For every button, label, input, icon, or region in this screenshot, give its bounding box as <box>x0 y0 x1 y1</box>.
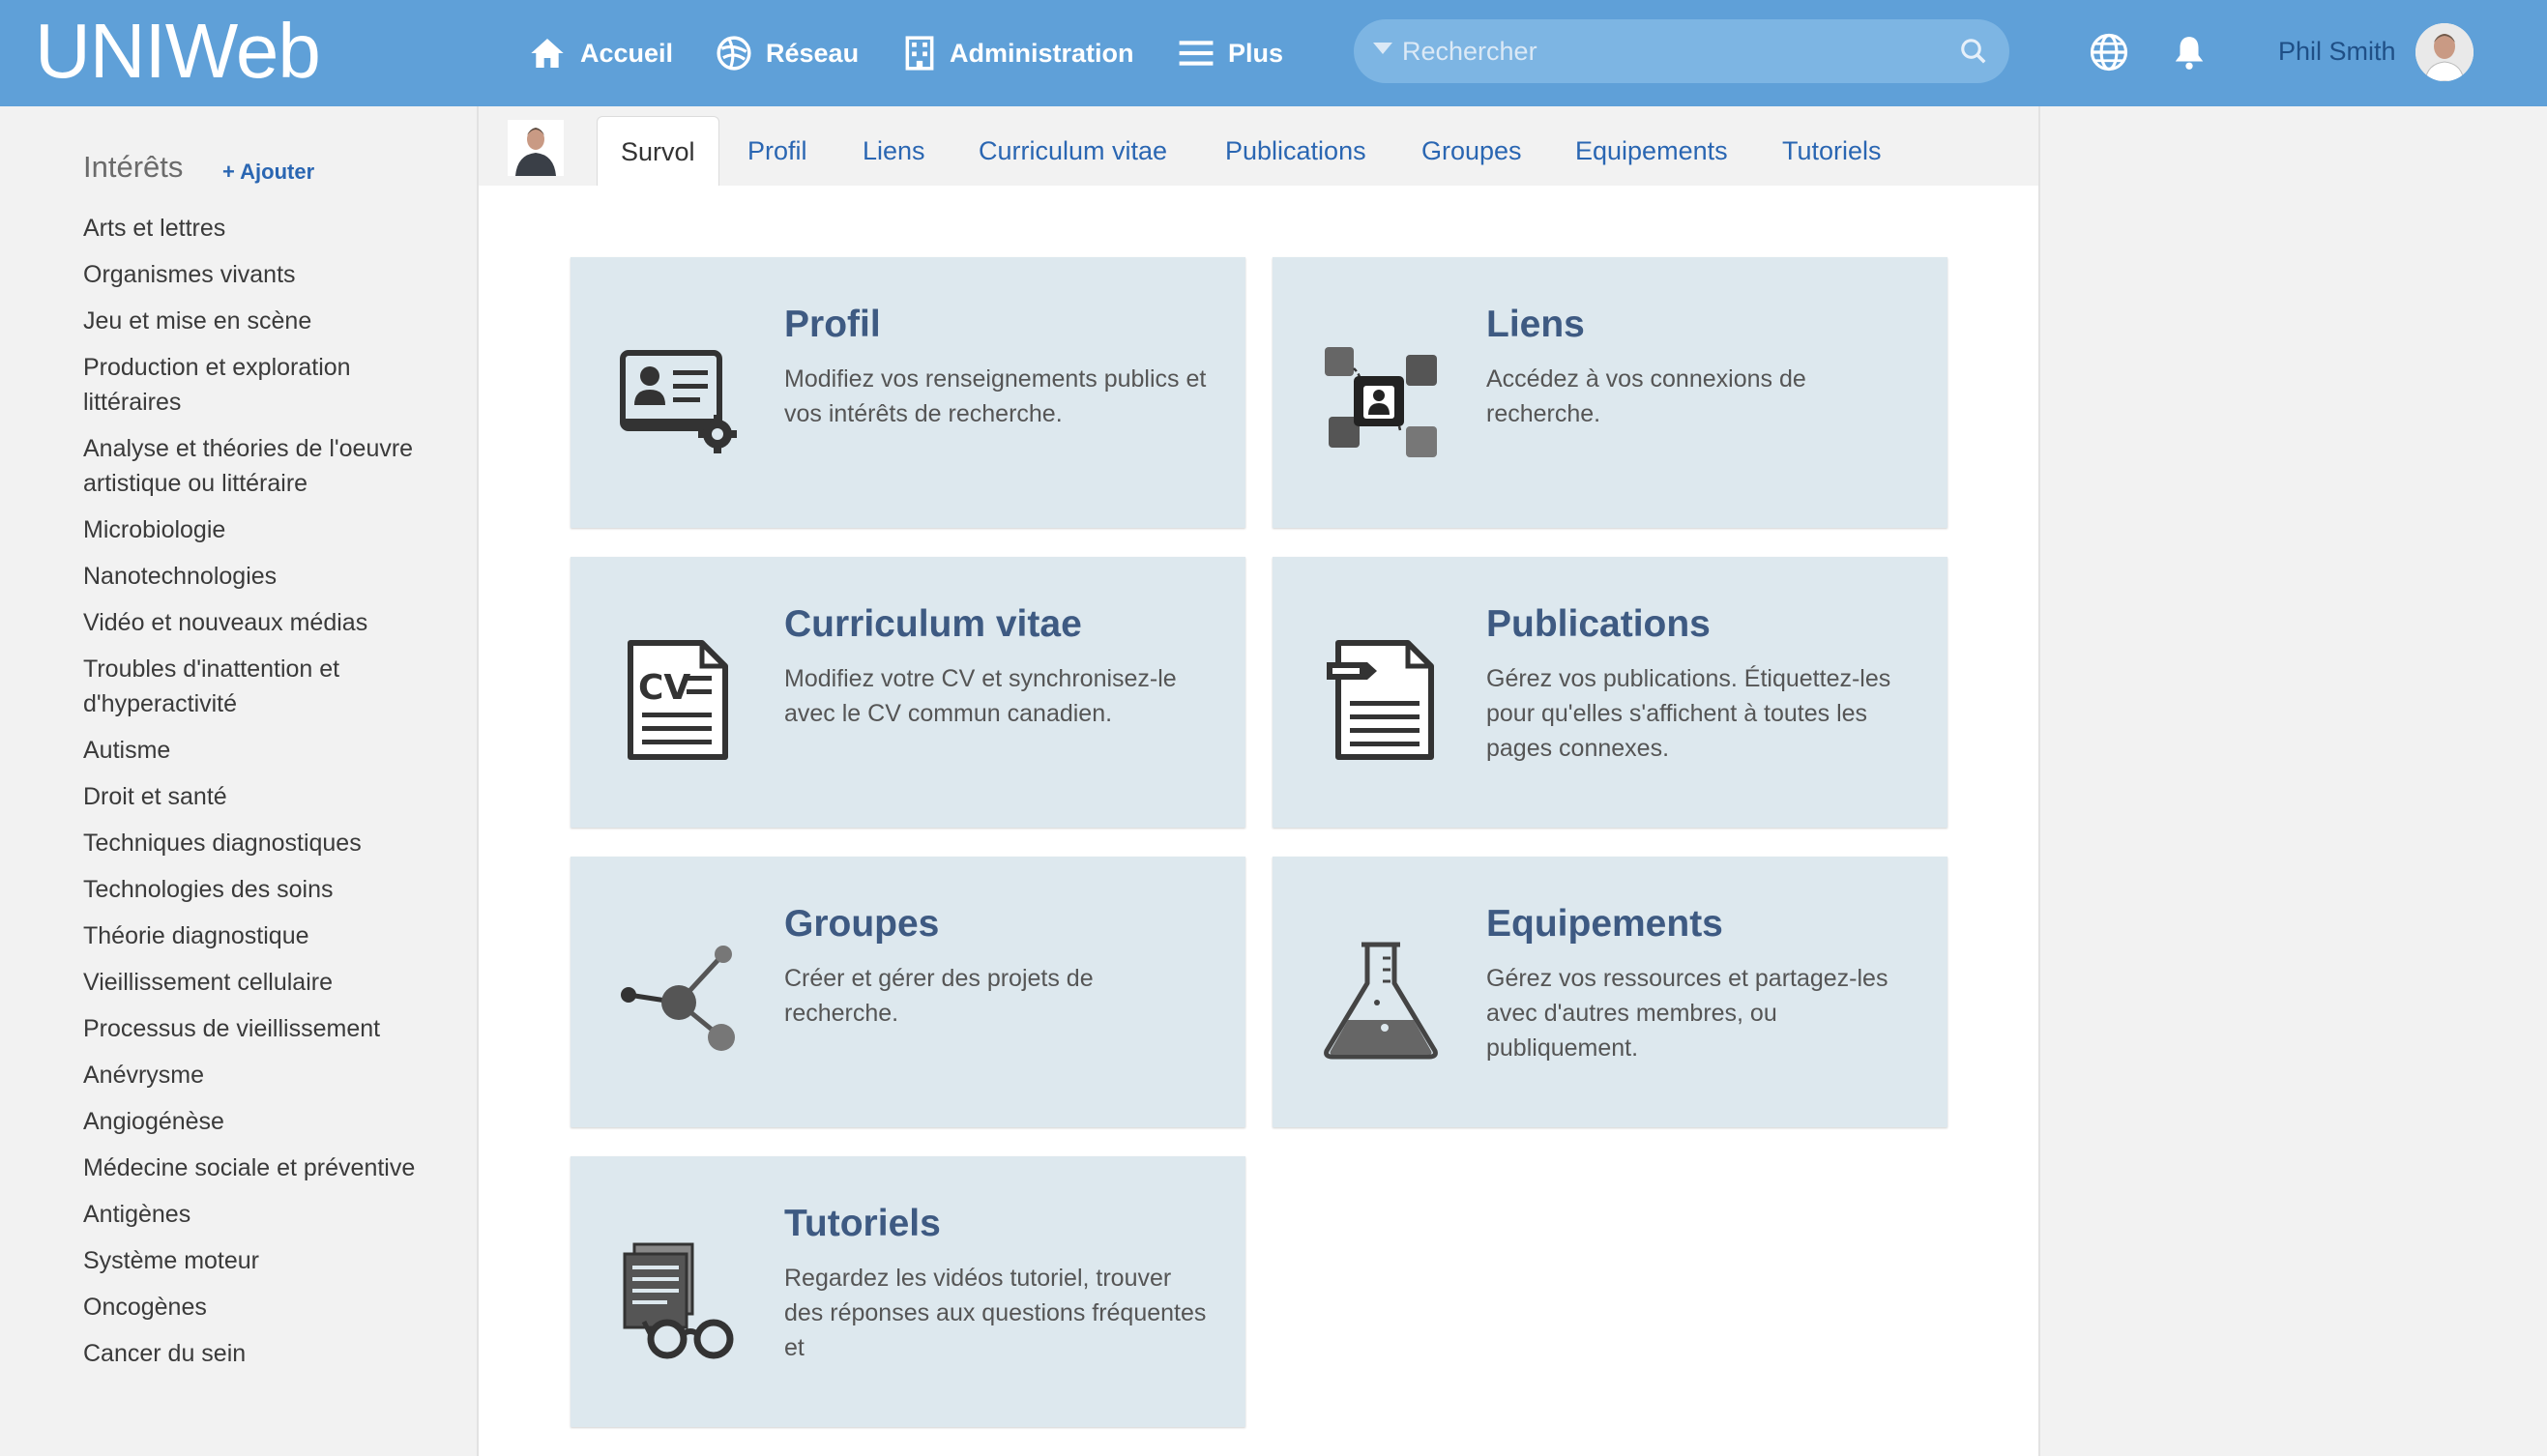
top-navigation-bar: UNIWeb Accueil Réseau Administration Plu… <box>0 0 2547 106</box>
card-cv-description: Modifiez votre CV et synchronisez-le ave… <box>784 665 1177 727</box>
tab-equipements[interactable]: Equipements <box>1575 116 1728 186</box>
profile-tabs: Survol Profil Liens Curriculum vitae Pub… <box>479 106 2038 186</box>
bell-icon[interactable] <box>2171 32 2208 73</box>
card-publications-title: Publications <box>1486 603 1711 645</box>
flask-icon <box>1324 942 1438 1060</box>
right-empty-area <box>2038 106 2547 1456</box>
nav-home[interactable]: Accueil <box>528 29 673 77</box>
nav-more[interactable]: Plus <box>1178 29 1283 77</box>
connections-icon <box>1325 347 1437 457</box>
chevron-down-icon[interactable] <box>1373 43 1392 56</box>
tab-survol[interactable]: Survol <box>597 116 719 186</box>
molecule-icon <box>621 946 735 1051</box>
nav-network-label: Réseau <box>766 38 860 68</box>
nav-home-label: Accueil <box>580 38 674 68</box>
card-curriculum-vitae[interactable]: CV Curriculum vitae Modifiez votre CV et… <box>571 557 1245 828</box>
nav-administration-label: Administration <box>950 38 1134 68</box>
interest-item[interactable]: Oncogènes <box>83 1290 422 1325</box>
interest-item[interactable]: Techniques diagnostiques <box>83 826 422 860</box>
card-tutoriels-title: Tutoriels <box>784 1203 941 1244</box>
tab-groupes[interactable]: Groupes <box>1421 116 1522 186</box>
nav-administration[interactable]: Administration <box>903 29 1134 77</box>
card-liens[interactable]: Liens Accédez à vos connexions de recher… <box>1273 257 1947 528</box>
add-interest-link[interactable]: + Ajouter <box>222 160 314 185</box>
tab-publications[interactable]: Publications <box>1225 116 1366 186</box>
interest-item[interactable]: Microbiologie <box>83 512 422 547</box>
tab-curriculum-vitae[interactable]: Curriculum vitae <box>979 116 1167 186</box>
card-cv-title: Curriculum vitae <box>784 603 1082 645</box>
interest-item[interactable]: Troubles d'inattention et d'hyperactivit… <box>83 652 422 721</box>
documents-glasses-icon <box>623 1242 734 1359</box>
interest-item[interactable]: Processus de vieillissement <box>83 1011 422 1046</box>
interest-item[interactable]: Organismes vivants <box>83 257 422 292</box>
home-icon <box>531 39 564 68</box>
card-equipements-description: Gérez vos ressources et partagez-les ave… <box>1486 965 1888 1062</box>
interest-item[interactable]: Système moteur <box>83 1243 422 1278</box>
network-icon <box>717 36 751 71</box>
tab-profil[interactable]: Profil <box>747 116 807 186</box>
profile-avatar[interactable] <box>508 120 564 176</box>
interest-item[interactable]: Anévrysme <box>83 1058 422 1092</box>
card-profil-description: Modifiez vos renseignements publics et v… <box>784 365 1207 427</box>
interest-item[interactable]: Cancer du sein <box>83 1336 422 1371</box>
interest-item[interactable]: Droit et santé <box>83 779 422 814</box>
interests-heading: Intérêts <box>83 150 184 184</box>
card-tutoriels[interactable]: Tutoriels Regardez les vidéos tutoriel, … <box>571 1156 1245 1427</box>
nav-network[interactable]: Réseau <box>716 29 859 77</box>
interests-list: Arts et lettres Organismes vivants Jeu e… <box>83 211 422 1383</box>
interest-item[interactable]: Vidéo et nouveaux médias <box>83 605 422 640</box>
interest-item[interactable]: Jeu et mise en scène <box>83 304 422 338</box>
interest-item[interactable]: Production et exploration littéraires <box>83 350 422 420</box>
card-publications[interactable]: Publications Gérez vos publications. Éti… <box>1273 557 1947 828</box>
interest-item[interactable]: Théorie diagnostique <box>83 918 422 953</box>
card-equipements-title: Equipements <box>1486 903 1723 945</box>
svg-text:CV: CV <box>638 668 690 708</box>
interest-item[interactable]: Analyse et théories de l'oeuvre artistiq… <box>83 431 422 501</box>
card-publications-description: Gérez vos publications. Étiquettez-les p… <box>1486 665 1891 762</box>
interest-item[interactable]: Autisme <box>83 733 422 768</box>
interest-item[interactable]: Antigènes <box>83 1197 422 1232</box>
app-logo[interactable]: UNIWeb <box>35 8 321 95</box>
building-icon <box>905 36 934 71</box>
user-avatar[interactable] <box>2415 23 2474 81</box>
menu-icon <box>1179 41 1214 66</box>
interests-sidebar: Intérêts + Ajouter Arts et lettres Organ… <box>0 106 479 1456</box>
interest-item[interactable]: Vieillissement cellulaire <box>83 965 422 1000</box>
user-name-link[interactable]: Phil Smith <box>2278 37 2396 67</box>
interest-item[interactable]: Nanotechnologies <box>83 559 422 594</box>
card-groupes-description: Créer et gérer des projets de recherche. <box>784 965 1094 1027</box>
tab-liens[interactable]: Liens <box>863 116 925 186</box>
interest-item[interactable]: Technologies des soins <box>83 872 422 907</box>
card-groupes-title: Groupes <box>784 903 940 945</box>
card-groupes[interactable]: Groupes Créer et gérer des projets de re… <box>571 857 1245 1127</box>
search-icon[interactable] <box>1959 37 1988 66</box>
cv-document-icon: CV <box>628 640 728 760</box>
interest-item[interactable]: Médecine sociale et préventive <box>83 1150 422 1185</box>
interest-item[interactable]: Angiogénèse <box>83 1104 422 1139</box>
globe-icon[interactable] <box>2089 32 2129 73</box>
id-card-gear-icon <box>620 350 737 453</box>
search-input[interactable] <box>1402 27 1944 75</box>
card-tutoriels-description: Regardez les vidéos tutoriel, trouver de… <box>784 1265 1207 1361</box>
tagged-document-icon <box>1327 640 1434 760</box>
card-profil[interactable]: Profil Modifiez vos renseignements publi… <box>571 257 1245 528</box>
interest-item[interactable]: Arts et lettres <box>83 211 422 246</box>
main-panel: Survol Profil Liens Curriculum vitae Pub… <box>479 106 2038 1456</box>
card-profil-title: Profil <box>784 304 881 345</box>
tab-tutoriels[interactable]: Tutoriels <box>1782 116 1882 186</box>
card-liens-description: Accédez à vos connexions de recherche. <box>1486 365 1806 427</box>
card-equipements[interactable]: Equipements Gérez vos ressources et part… <box>1273 857 1947 1127</box>
search-box <box>1354 19 2009 83</box>
nav-more-label: Plus <box>1228 38 1284 68</box>
card-liens-title: Liens <box>1486 304 1585 345</box>
